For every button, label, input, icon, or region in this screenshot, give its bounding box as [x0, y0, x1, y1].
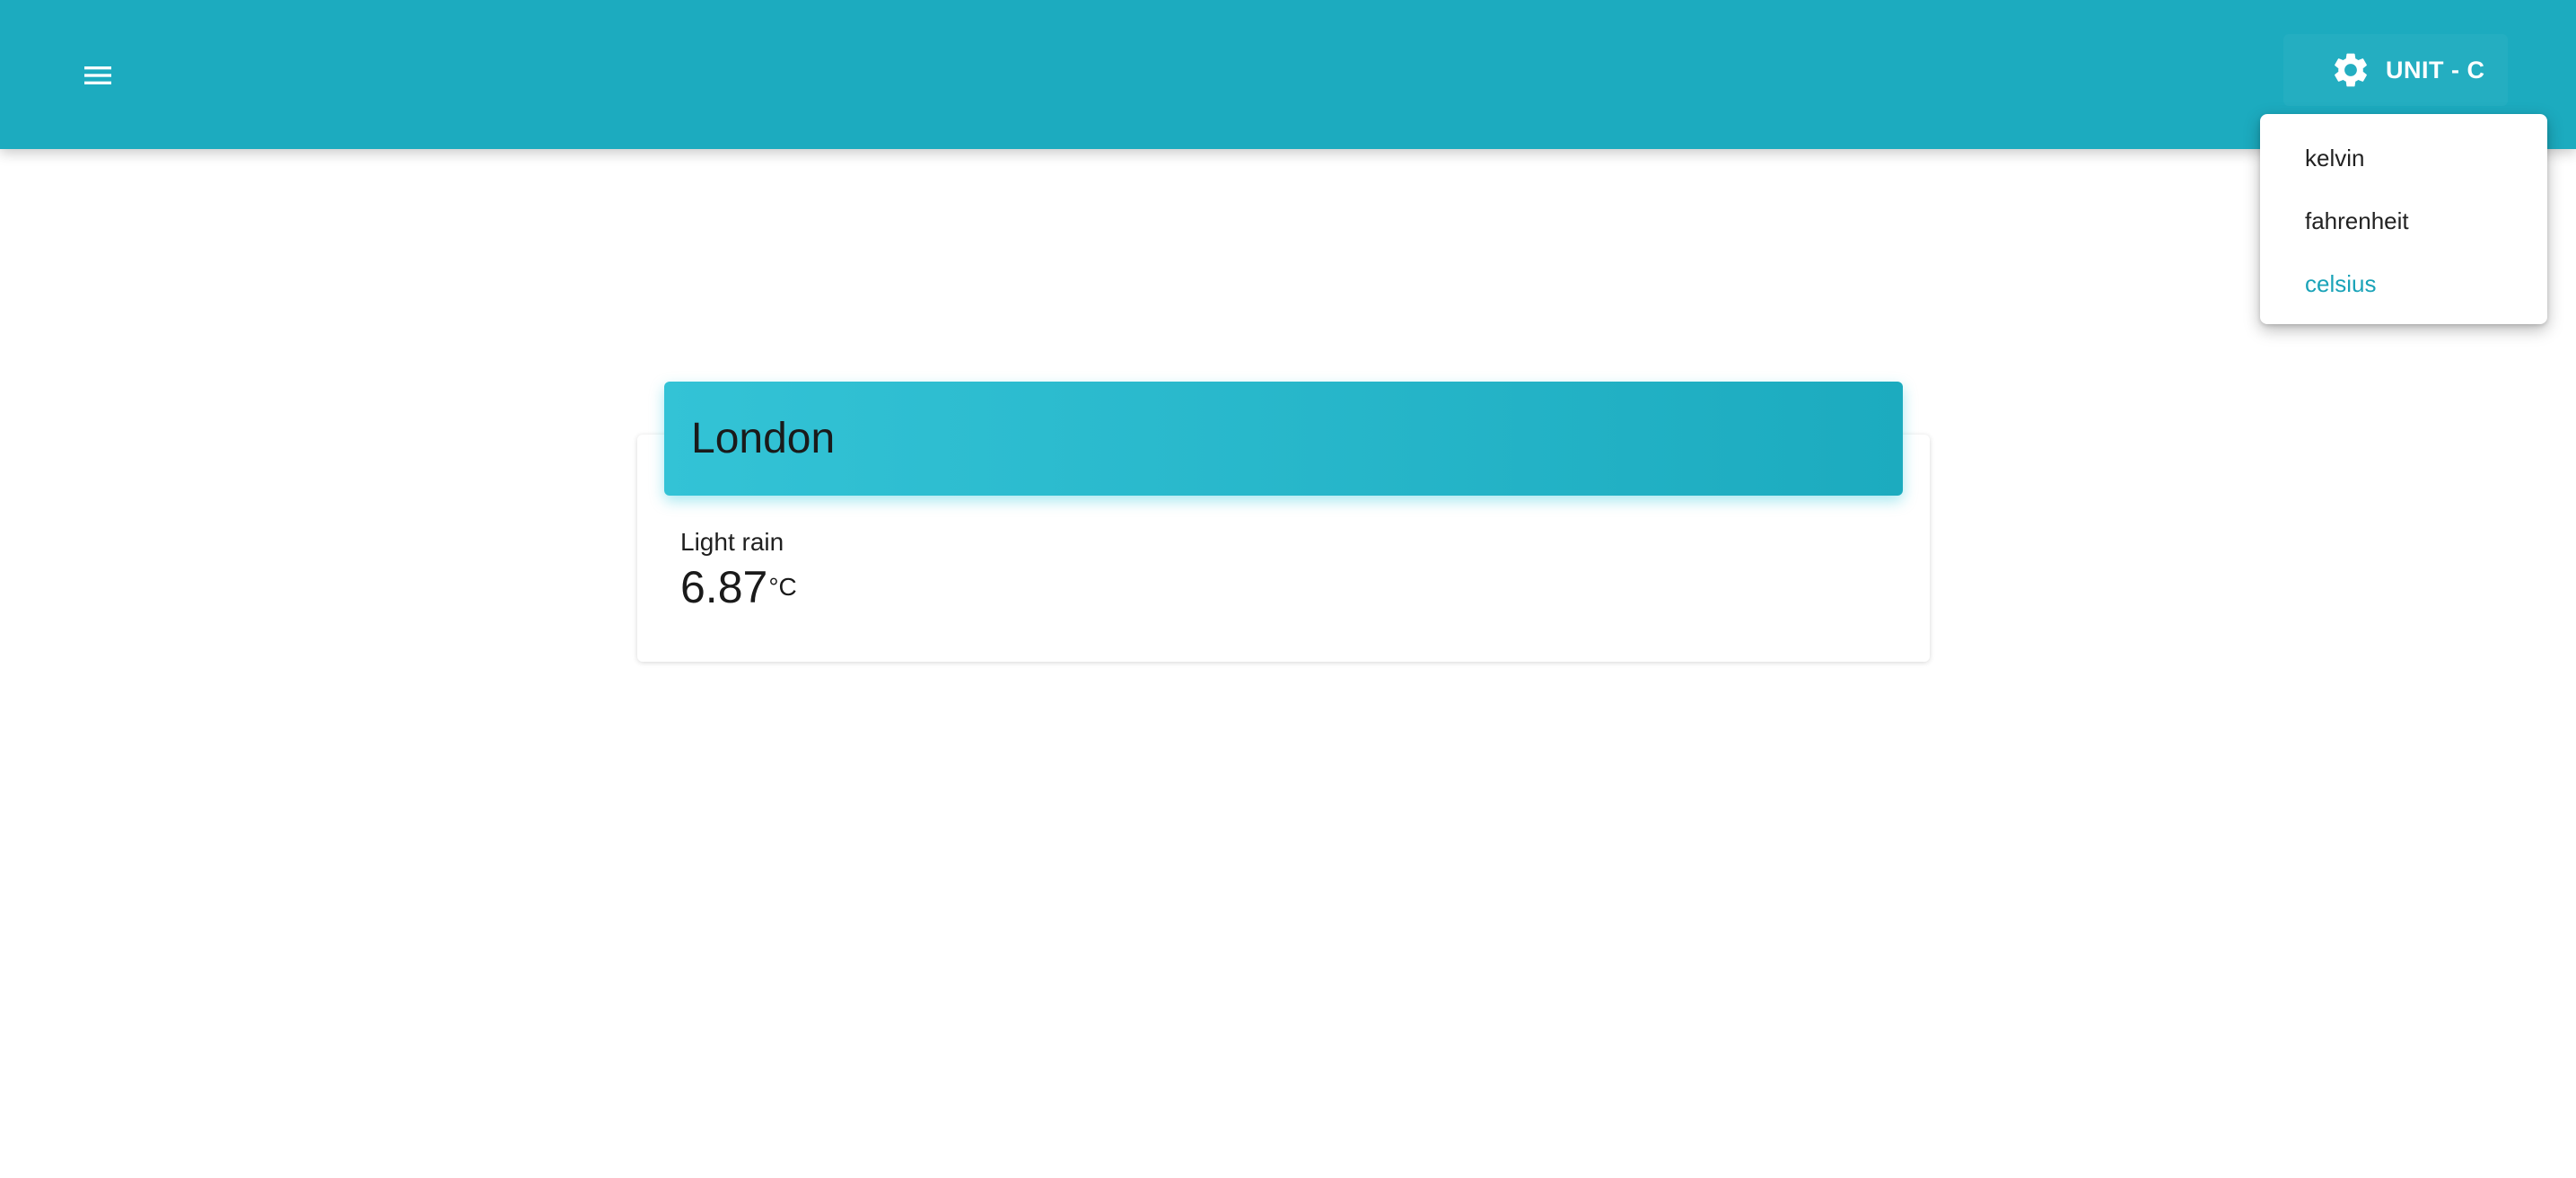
- weather-condition: Light rain: [680, 528, 784, 556]
- temperature-value: 6.87: [680, 562, 768, 612]
- unit-selector-button[interactable]: UNIT - C: [2283, 34, 2508, 106]
- temperature-display: 6.87 °C: [680, 560, 797, 614]
- app-bar: UNIT - C: [0, 0, 2576, 149]
- unit-label: UNIT - C: [2386, 56, 2485, 84]
- unit-option-kelvin[interactable]: kelvin: [2260, 127, 2547, 189]
- weather-card-header: London: [664, 382, 1903, 496]
- unit-option-celsius[interactable]: celsius: [2260, 252, 2547, 315]
- hamburger-menu-icon: [80, 57, 116, 93]
- temperature-unit: °C: [768, 573, 797, 601]
- city-name: London: [691, 415, 836, 462]
- unit-menu: kelvin fahrenheit celsius: [2260, 114, 2547, 324]
- unit-option-fahrenheit[interactable]: fahrenheit: [2260, 189, 2547, 252]
- gear-icon: [2330, 49, 2371, 91]
- menu-button[interactable]: [65, 42, 131, 109]
